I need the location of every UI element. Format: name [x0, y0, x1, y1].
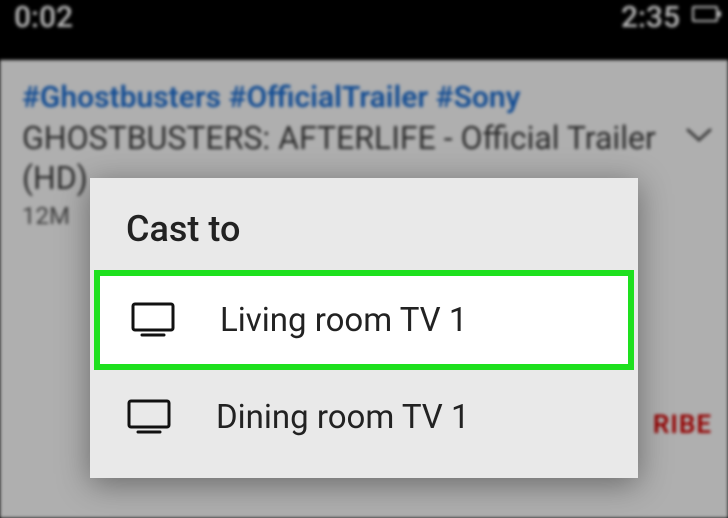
- cast-dialog: Cast to Living room TV 1: [90, 178, 638, 478]
- video-player-area: [0, 0, 728, 60]
- cast-dialog-title: Cast to: [126, 208, 240, 250]
- cast-device-dining-room[interactable]: Dining room TV 1: [90, 370, 638, 464]
- tv-icon: [126, 398, 172, 436]
- battery-icon: [692, 6, 718, 22]
- cast-device-living-room[interactable]: Living room TV 1: [94, 270, 634, 370]
- screen: 0:02 2:35 #Ghostbusters #OfficialTrailer…: [0, 0, 728, 518]
- chevron-down-icon[interactable]: [686, 128, 712, 144]
- cast-device-list: Living room TV 1 Dining room TV 1: [90, 270, 638, 464]
- video-hashtags[interactable]: #Ghostbusters #OfficialTrailer #Sony: [22, 80, 521, 115]
- status-time-left: 0:02: [14, 0, 73, 35]
- cast-device-label: Living room TV 1: [220, 301, 467, 340]
- cast-device-label: Dining room TV 1: [216, 398, 470, 437]
- subscribe-button[interactable]: RIBE: [653, 410, 712, 440]
- video-views: 12M: [22, 202, 70, 230]
- tv-icon: [130, 301, 176, 339]
- status-time-right: 2:35: [621, 0, 680, 35]
